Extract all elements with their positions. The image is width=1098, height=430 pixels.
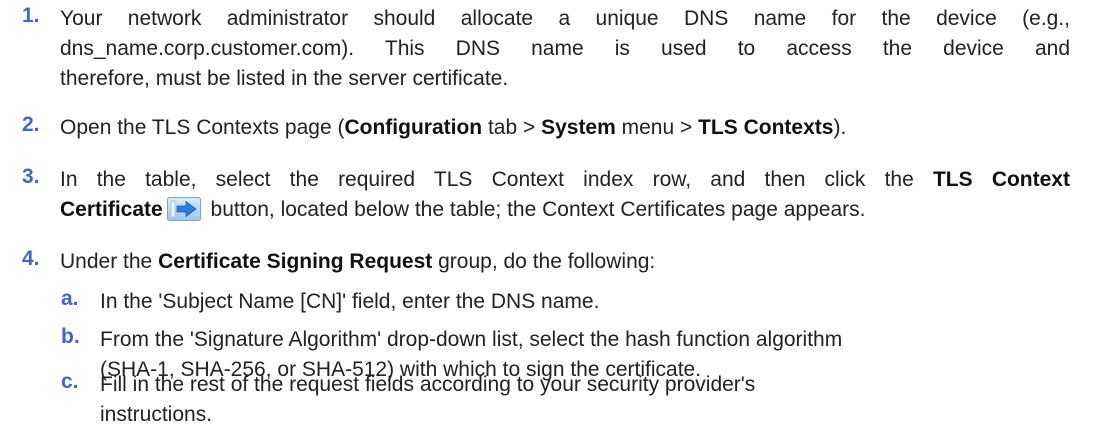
substep-letter: b. <box>61 325 80 348</box>
step-text: In the table, select the required TLS Co… <box>60 165 1070 225</box>
step-text-segment: tab > <box>482 116 542 139</box>
step-line: dns_name.corp.customer.com). This DNS na… <box>60 37 1070 60</box>
step-text-segment: group, do the following: <box>432 250 656 273</box>
step-number: 4. <box>22 247 40 270</box>
substep-line: Fill in the rest of the request fields a… <box>100 373 756 396</box>
substep-letter: a. <box>61 287 79 310</box>
ui-term: Certificate <box>60 198 163 221</box>
ui-term: TLS Context <box>932 168 1070 191</box>
step-number: 3. <box>22 165 40 188</box>
step-text: Your network administrator should alloca… <box>60 4 1070 94</box>
step-line: Your network administrator should alloca… <box>60 7 1070 30</box>
document-page: 1. Your network administrator should all… <box>0 0 1098 430</box>
ui-term: Configuration <box>344 116 483 139</box>
step-number: 1. <box>22 4 40 27</box>
ui-term: System <box>541 116 616 139</box>
step-text-segment: Under the <box>60 250 159 273</box>
step-number: 2. <box>22 113 40 136</box>
step-text-segment: menu > <box>615 116 699 139</box>
arrow-right-button-icon <box>166 197 201 221</box>
step-text: Open the TLS Contexts page (Configuratio… <box>60 113 1070 143</box>
step-text: Under the Certificate Signing Request gr… <box>60 247 1070 277</box>
substep-text: In the 'Subject Name [CN]' field, enter … <box>100 287 1075 317</box>
step-text-segment: In the table, select the required TLS Co… <box>60 168 933 191</box>
step-line: therefore, must be listed in the server … <box>60 67 509 90</box>
substep-line: In the 'Subject Name [CN]' field, enter … <box>100 290 600 313</box>
step-text-segment: button, located below the table; the Con… <box>204 198 866 221</box>
substep-letter: c. <box>61 370 79 393</box>
ui-term: TLS Contexts <box>698 116 834 139</box>
substep-text: Fill in the rest of the request fields a… <box>100 370 1075 430</box>
substep-line: From the 'Signature Algorithm' drop-down… <box>100 328 843 351</box>
step-text-segment: ). <box>833 116 847 139</box>
step-text-segment: Open the TLS Contexts page ( <box>60 116 345 139</box>
substep-line: instructions. <box>100 403 213 426</box>
ui-term: Certificate Signing Request <box>158 250 433 273</box>
